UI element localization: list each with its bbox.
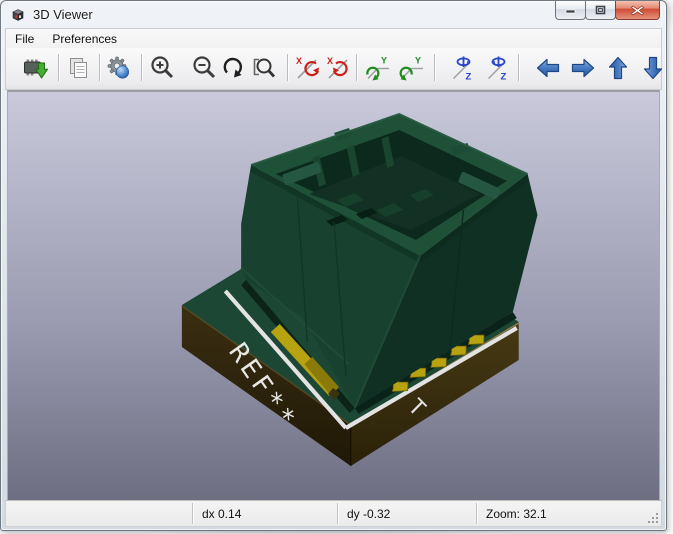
- svg-text:X: X: [296, 56, 302, 66]
- rotate-x-pos-button[interactable]: X: [293, 53, 323, 83]
- rotate-y-pos-icon: Y: [366, 56, 389, 81]
- zoom-fit-icon: [253, 58, 276, 78]
- 3d-viewer-window: 3D Viewer File Preferences X X Y Y Z Z R…: [0, 0, 667, 531]
- toolbar-separator: [356, 54, 358, 81]
- rotate-x-neg-button[interactable]: X: [324, 53, 354, 83]
- menu-preferences[interactable]: Preferences: [43, 30, 126, 48]
- zoom-fit-button[interactable]: [249, 53, 279, 83]
- svg-text:Y: Y: [415, 56, 421, 66]
- svg-text:Y: Y: [381, 56, 387, 66]
- zoom-out-button[interactable]: [189, 53, 219, 83]
- svg-text:X: X: [327, 56, 333, 66]
- toolbar-separator: [141, 54, 143, 81]
- rotate-z-pos-icon: Z: [453, 56, 472, 82]
- display-options-button[interactable]: [103, 53, 133, 83]
- zoom-in-icon: [151, 56, 174, 79]
- 3d-viewport[interactable]: REF** T: [7, 90, 660, 500]
- status-field-blank: [6, 501, 192, 526]
- status-dy: dy -0.32: [347, 506, 391, 521]
- redraw-view-button[interactable]: [219, 53, 249, 83]
- close-button[interactable]: [615, 1, 660, 20]
- toolbar-separator: [287, 54, 289, 81]
- minimize-button[interactable]: [555, 1, 586, 20]
- zoom-in-button[interactable]: [147, 53, 177, 83]
- reload-board-button[interactable]: [20, 53, 50, 83]
- status-zoom: Zoom: 32.1: [486, 506, 547, 521]
- pan-up-icon: [608, 56, 628, 80]
- rotate-y-neg-icon: Y: [399, 56, 423, 81]
- titlebar[interactable]: 3D Viewer: [5, 1, 662, 28]
- pan-right-button[interactable]: [568, 53, 598, 83]
- pan-left-icon: [536, 58, 560, 78]
- display-options-icon: [107, 56, 129, 79]
- maximize-button[interactable]: [585, 1, 616, 20]
- app-icon: [12, 9, 24, 21]
- reload-board-icon: [24, 59, 48, 79]
- svg-text:Z: Z: [501, 72, 507, 82]
- copy-image-button[interactable]: [64, 53, 94, 83]
- close-icon: [631, 5, 644, 15]
- toolbar-separator: [58, 54, 60, 81]
- pan-up-button[interactable]: [603, 53, 633, 83]
- toolbar-separator: [99, 54, 101, 81]
- statusbar: dx 0.14 dy -0.32 Zoom: 32.1: [5, 500, 662, 527]
- rotate-y-pos-button[interactable]: Y: [362, 53, 392, 83]
- rotate-z-neg-button[interactable]: Z: [483, 53, 513, 83]
- rotate-x-neg-icon: X: [327, 56, 348, 79]
- rotate-x-pos-icon: X: [296, 56, 320, 79]
- rotate-y-neg-button[interactable]: Y: [396, 53, 426, 83]
- pan-left-button[interactable]: [533, 53, 563, 83]
- menu-file[interactable]: File: [6, 30, 43, 48]
- rotate-z-pos-button[interactable]: Z: [448, 53, 478, 83]
- toolbar-separator: [518, 54, 520, 81]
- maximize-icon: [595, 5, 606, 15]
- status-dx: dx 0.14: [202, 506, 242, 521]
- resize-grip[interactable]: [648, 513, 659, 524]
- pan-right-icon: [571, 58, 595, 78]
- zoom-out-icon: [193, 56, 216, 79]
- toolbar: X X Y Y Z Z: [5, 48, 663, 90]
- window-title: 3D Viewer: [33, 7, 93, 22]
- pan-down-button[interactable]: [638, 53, 668, 83]
- copy-image-icon: [70, 58, 87, 78]
- redraw-view-icon: [223, 57, 242, 78]
- rotate-z-neg-icon: Z: [488, 56, 507, 82]
- minimize-icon: [565, 9, 575, 13]
- svg-text:Z: Z: [466, 72, 472, 82]
- pan-down-icon: [643, 56, 663, 80]
- 3d-scene: REF** T: [8, 92, 659, 500]
- menubar: File Preferences: [5, 28, 662, 48]
- toolbar-separator: [434, 54, 436, 81]
